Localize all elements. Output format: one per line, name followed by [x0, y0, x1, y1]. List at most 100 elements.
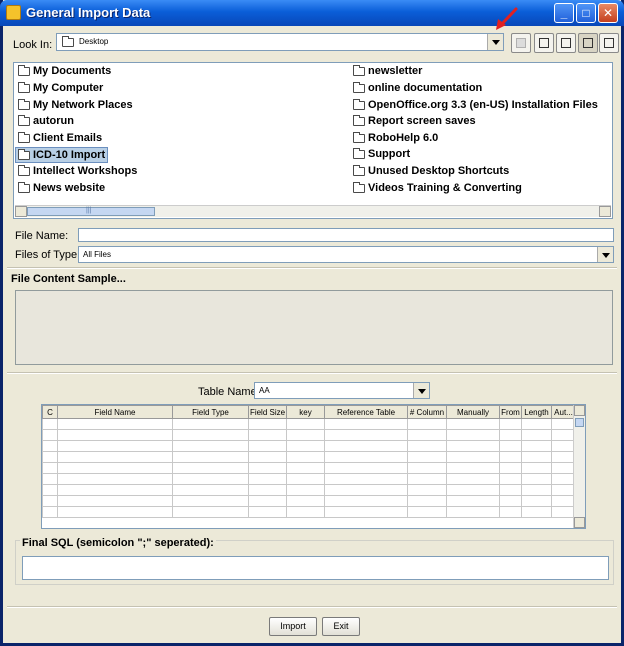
table-cell[interactable] [551, 418, 576, 430]
vertical-scrollbar[interactable] [573, 405, 585, 528]
table-cell[interactable] [324, 462, 408, 474]
table-cell[interactable] [42, 462, 58, 474]
import-button[interactable]: Import [269, 617, 317, 636]
table-cell[interactable] [324, 451, 408, 463]
table-cell[interactable] [286, 418, 325, 430]
table-cell[interactable] [446, 440, 500, 452]
list-item[interactable]: Client Emails [16, 131, 104, 147]
table-cell[interactable] [42, 506, 58, 518]
table-cell[interactable] [248, 506, 287, 518]
list-item[interactable]: My Computer [16, 81, 105, 97]
table-cell[interactable] [286, 473, 325, 485]
table-row[interactable] [42, 462, 576, 474]
table-cell[interactable] [407, 429, 447, 441]
table-cell[interactable] [57, 506, 173, 518]
table-cell[interactable] [42, 440, 58, 452]
table-cell[interactable] [286, 495, 325, 507]
files-of-type-dropdown-arrow[interactable] [597, 247, 613, 262]
table-cell[interactable] [446, 495, 500, 507]
table-cell[interactable] [286, 484, 325, 496]
table-name-combo[interactable]: AA [254, 382, 430, 399]
table-cell[interactable] [499, 440, 522, 452]
table-cell[interactable] [499, 484, 522, 496]
table-cell[interactable] [286, 440, 325, 452]
table-row[interactable] [42, 495, 576, 507]
table-cell[interactable] [172, 484, 249, 496]
table-cell[interactable] [57, 429, 173, 441]
table-row[interactable] [42, 429, 576, 441]
table-cell[interactable] [407, 506, 447, 518]
table-cell[interactable] [407, 418, 447, 430]
table-name-dropdown-arrow[interactable] [413, 383, 429, 398]
list-item[interactable]: autorun [16, 114, 76, 130]
horizontal-scrollbar[interactable]: ||| [15, 205, 611, 217]
column-header-from[interactable]: From [499, 405, 522, 419]
table-cell[interactable] [324, 429, 408, 441]
table-cell[interactable] [521, 462, 552, 474]
table-cell[interactable] [551, 495, 576, 507]
exit-button[interactable]: Exit [322, 617, 360, 636]
table-cell[interactable] [248, 429, 287, 441]
table-cell[interactable] [499, 451, 522, 463]
table-cell[interactable] [57, 418, 173, 430]
column-header-length[interactable]: Length [521, 405, 552, 419]
table-cell[interactable] [286, 506, 325, 518]
look-in-dropdown-arrow[interactable] [487, 34, 503, 50]
table-row[interactable] [42, 506, 576, 518]
column-header-key[interactable]: key [286, 405, 325, 419]
table-cell[interactable] [521, 473, 552, 485]
files-of-type-combo[interactable]: All Files [78, 246, 614, 263]
column-header-auto[interactable]: Aut... [551, 405, 576, 419]
table-cell[interactable] [499, 506, 522, 518]
table-cell[interactable] [499, 473, 522, 485]
close-button[interactable]: ✕ [598, 3, 618, 23]
table-cell[interactable] [521, 429, 552, 441]
home-button[interactable] [534, 33, 554, 53]
table-cell[interactable] [172, 473, 249, 485]
table-cell[interactable] [57, 473, 173, 485]
scroll-thumb[interactable]: ||| [27, 207, 155, 216]
table-row[interactable] [42, 440, 576, 452]
table-cell[interactable] [521, 418, 552, 430]
scroll-down-button[interactable] [574, 517, 585, 528]
table-cell[interactable] [42, 418, 58, 430]
table-cell[interactable] [248, 484, 287, 496]
details-view-button[interactable] [599, 33, 619, 53]
table-cell[interactable] [286, 429, 325, 441]
table-row[interactable] [42, 484, 576, 496]
final-sql-input[interactable] [22, 556, 609, 580]
table-cell[interactable] [42, 495, 58, 507]
table-cell[interactable] [521, 451, 552, 463]
list-item[interactable]: My Documents [16, 64, 113, 80]
table-cell[interactable] [324, 440, 408, 452]
table-cell[interactable] [172, 451, 249, 463]
list-item-selected[interactable]: ICD-10 Import [15, 147, 109, 163]
table-cell[interactable] [172, 506, 249, 518]
list-item[interactable]: newsletter [351, 64, 424, 80]
column-header-c[interactable]: C [42, 405, 58, 419]
table-cell[interactable] [551, 429, 576, 441]
table-cell[interactable] [57, 440, 173, 452]
column-header-manually[interactable]: Manually [446, 405, 500, 419]
table-cell[interactable] [499, 462, 522, 474]
scroll-up-button[interactable] [574, 405, 585, 416]
table-cell[interactable] [499, 495, 522, 507]
table-cell[interactable] [248, 451, 287, 463]
table-cell[interactable] [446, 462, 500, 474]
list-item[interactable]: News website [16, 181, 107, 197]
title-bar[interactable]: General Import Data _ □ ✕ [0, 0, 624, 26]
list-item[interactable]: RoboHelp 6.0 [351, 131, 440, 147]
list-item[interactable]: Videos Training & Converting [351, 181, 524, 197]
scroll-left-button[interactable] [15, 206, 27, 217]
table-cell[interactable] [324, 506, 408, 518]
table-cell[interactable] [42, 484, 58, 496]
table-cell[interactable] [42, 451, 58, 463]
table-cell[interactable] [42, 473, 58, 485]
list-item[interactable]: Unused Desktop Shortcuts [351, 164, 511, 180]
table-cell[interactable] [407, 484, 447, 496]
list-item[interactable]: online documentation [351, 81, 484, 97]
table-cell[interactable] [248, 473, 287, 485]
table-cell[interactable] [248, 462, 287, 474]
table-cell[interactable] [172, 440, 249, 452]
column-header-field-size[interactable]: Field Size [248, 405, 287, 419]
